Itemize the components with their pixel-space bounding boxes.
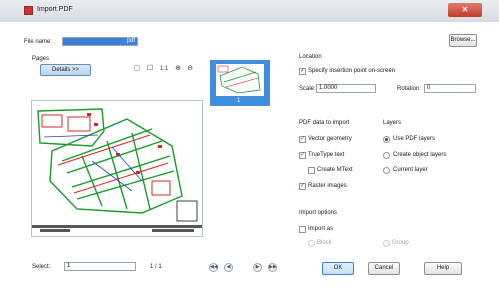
browse-button[interactable]: Browse... (449, 34, 477, 47)
page-preview[interactable] (31, 100, 203, 237)
select-label: Select: (32, 264, 51, 270)
specify-insertion-checkbox[interactable]: ✓ (299, 68, 306, 75)
layers-label: Layers (383, 120, 402, 126)
create-object-layers-radio[interactable] (383, 152, 390, 159)
use-pdf-layers-radio[interactable] (383, 136, 390, 143)
raster-images-checkbox[interactable]: ✓ (299, 183, 306, 190)
pdf-data-label: PDF data to import (299, 120, 350, 126)
file-name-label: File name: (24, 39, 53, 45)
vector-geometry-checkbox[interactable]: ✓ (299, 136, 306, 143)
zoom-1to1-icon[interactable]: 1:1 (158, 65, 170, 73)
first-page-icon[interactable]: ◀◀ (209, 263, 218, 272)
create-mtext-label: Create MText (317, 167, 353, 173)
vector-geometry-label: Vector geometry (308, 136, 352, 142)
import-pdf-dialog: Import PDF ✕ File name: pdf Browse... Pa… (0, 0, 499, 288)
use-pdf-layers-label: Use PDF layers (393, 136, 436, 142)
help-button[interactable]: Help (424, 262, 462, 275)
previous-page-icon[interactable]: ◀ (224, 263, 233, 272)
pan-tool-icon[interactable]: ☐ (146, 65, 154, 73)
page-thumbnail-selected[interactable]: 1 (210, 60, 270, 106)
file-name-field[interactable]: pdf (62, 37, 138, 46)
import-as-group-radio[interactable] (383, 240, 390, 247)
scale-field[interactable]: 1.0000 (316, 84, 376, 93)
zoom-out-icon[interactable]: ⊖ (186, 65, 194, 73)
current-layer-label: Current layer (393, 167, 428, 173)
dialog-title: Import PDF (37, 6, 73, 13)
location-label: Location (299, 54, 322, 60)
import-as-checkbox[interactable] (299, 226, 306, 233)
cancel-button[interactable]: Cancel (368, 262, 400, 275)
page-thumbnails[interactable]: 1 (205, 46, 291, 246)
ok-button[interactable]: OK (322, 262, 354, 275)
current-layer-radio[interactable] (383, 167, 390, 174)
page-count: 1 / 1 (150, 264, 162, 270)
next-page-icon[interactable]: ▶ (253, 263, 262, 272)
thumbnail-number: 1 (237, 98, 241, 104)
rotation-label: Rotation: (397, 86, 422, 92)
raster-images-label: Raster images (308, 183, 347, 189)
import-as-group-label: Group (392, 240, 409, 246)
scale-label: Scale: (299, 86, 316, 92)
select-tool-icon[interactable]: ▢ (133, 65, 141, 73)
specify-insertion-label: Specify insertion point on-screen (308, 68, 396, 74)
import-as-block-label: Block (317, 240, 332, 246)
floor-plan-drawing (32, 101, 202, 236)
truetype-text-checkbox[interactable]: ✓ (299, 152, 306, 159)
truetype-text-label: TrueType text (308, 152, 345, 158)
last-page-icon[interactable]: ▶▶ (268, 263, 277, 272)
select-page-field[interactable]: 1 (64, 262, 136, 271)
details-button[interactable]: Details >> (40, 64, 91, 76)
pages-label: Pages (32, 56, 50, 62)
create-object-layers-label: Create object layers (393, 152, 447, 158)
rotation-field[interactable]: 0 (424, 84, 476, 93)
import-as-label: Import as (308, 226, 334, 232)
app-icon (24, 6, 33, 15)
zoom-in-icon[interactable]: ⊕ (174, 65, 182, 73)
import-options-label: Import options (299, 210, 338, 216)
close-button[interactable]: ✕ (448, 3, 482, 17)
import-as-block-radio[interactable] (308, 240, 315, 247)
create-mtext-checkbox[interactable] (308, 167, 315, 174)
title-bar[interactable]: Import PDF ✕ (0, 0, 499, 22)
